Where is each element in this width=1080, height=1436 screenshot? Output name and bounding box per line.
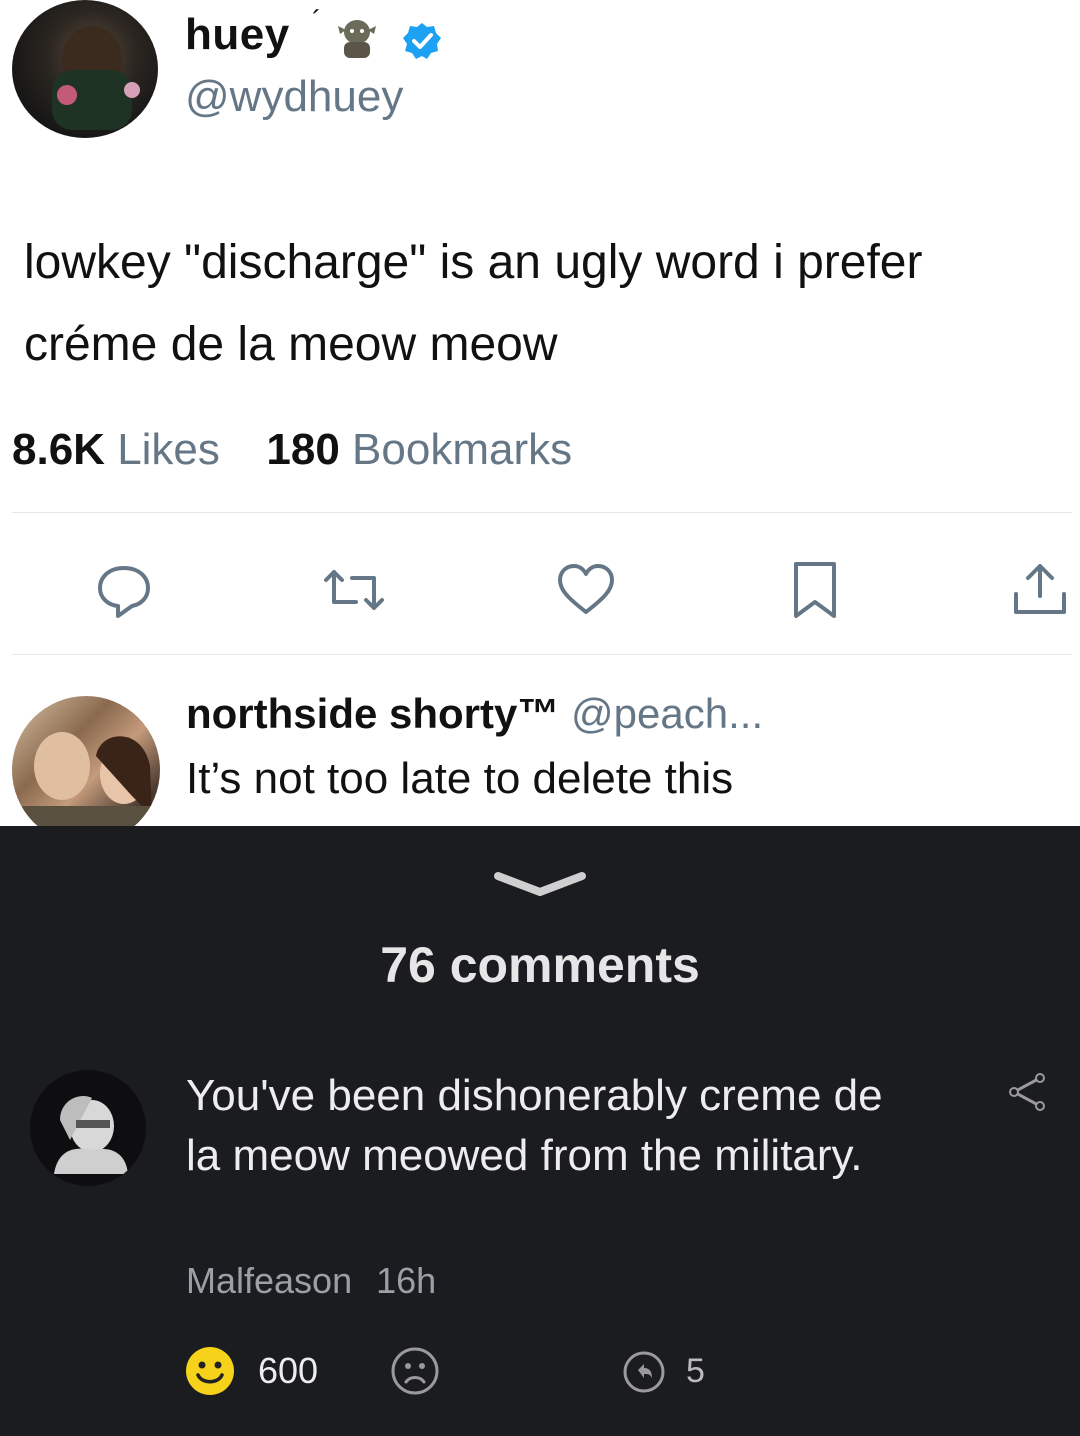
tweet-card: huey ´ @wydhuey lowkey "discharge" is an…	[0, 0, 1080, 844]
like-icon[interactable]	[556, 560, 616, 620]
upvote-count: 600	[258, 1350, 319, 1391]
reply-name[interactable]: northside shorty™	[186, 690, 559, 737]
reply-author[interactable]: northside shorty™ @peach...	[186, 690, 763, 738]
divider	[12, 512, 1072, 513]
share-icon[interactable]	[1006, 1072, 1046, 1112]
avatar[interactable]	[30, 1070, 146, 1186]
comments-count: 76 comments	[380, 937, 700, 993]
verified-badge-icon	[403, 22, 441, 60]
tweet-text-line: créme de la meow meow	[24, 318, 558, 371]
display-name[interactable]: huey	[185, 10, 290, 60]
retweet-icon[interactable]	[318, 560, 384, 620]
name-accent: ´	[312, 5, 322, 36]
comments-panel: 76 comments You've been dishonerably cre…	[0, 826, 1080, 1436]
reply-text: It’s not too late to delete this	[186, 754, 734, 803]
comment-text: You've been dishonerably creme de la meo…	[186, 1071, 883, 1180]
smile-icon[interactable]	[185, 1346, 235, 1396]
bookmarks-count[interactable]: 180	[266, 425, 339, 474]
avatar[interactable]	[12, 696, 160, 844]
reply-icon[interactable]	[622, 1350, 666, 1394]
tweet-text: lowkey "discharge" is an ugly word i pre…	[24, 222, 1074, 386]
divider	[12, 654, 1072, 655]
sad-icon[interactable]	[390, 1346, 440, 1396]
comment-meta: Malfeason 16h	[186, 1260, 436, 1302]
comment-time: 16h	[376, 1260, 437, 1301]
reply-handle[interactable]: @peach...	[571, 690, 763, 737]
goblin-emoji-icon	[332, 14, 382, 60]
tweet-text-line: lowkey "discharge" is an ugly word i pre…	[24, 236, 923, 289]
comment-author[interactable]: Malfeason	[186, 1260, 352, 1301]
reply-icon[interactable]	[94, 560, 154, 620]
bookmark-icon[interactable]	[790, 560, 850, 620]
handle[interactable]: @wydhuey	[185, 72, 403, 122]
tweet-stats: 8.6K Likes 180 Bookmarks	[12, 425, 572, 475]
likes-label[interactable]: Likes	[117, 425, 220, 474]
bookmarks-label[interactable]: Bookmarks	[352, 425, 572, 474]
chevron-down-icon[interactable]	[490, 866, 590, 906]
avatar[interactable]	[12, 0, 158, 138]
reply-count: 5	[686, 1352, 705, 1390]
likes-count[interactable]: 8.6K	[12, 425, 105, 474]
share-icon[interactable]	[1010, 560, 1070, 620]
